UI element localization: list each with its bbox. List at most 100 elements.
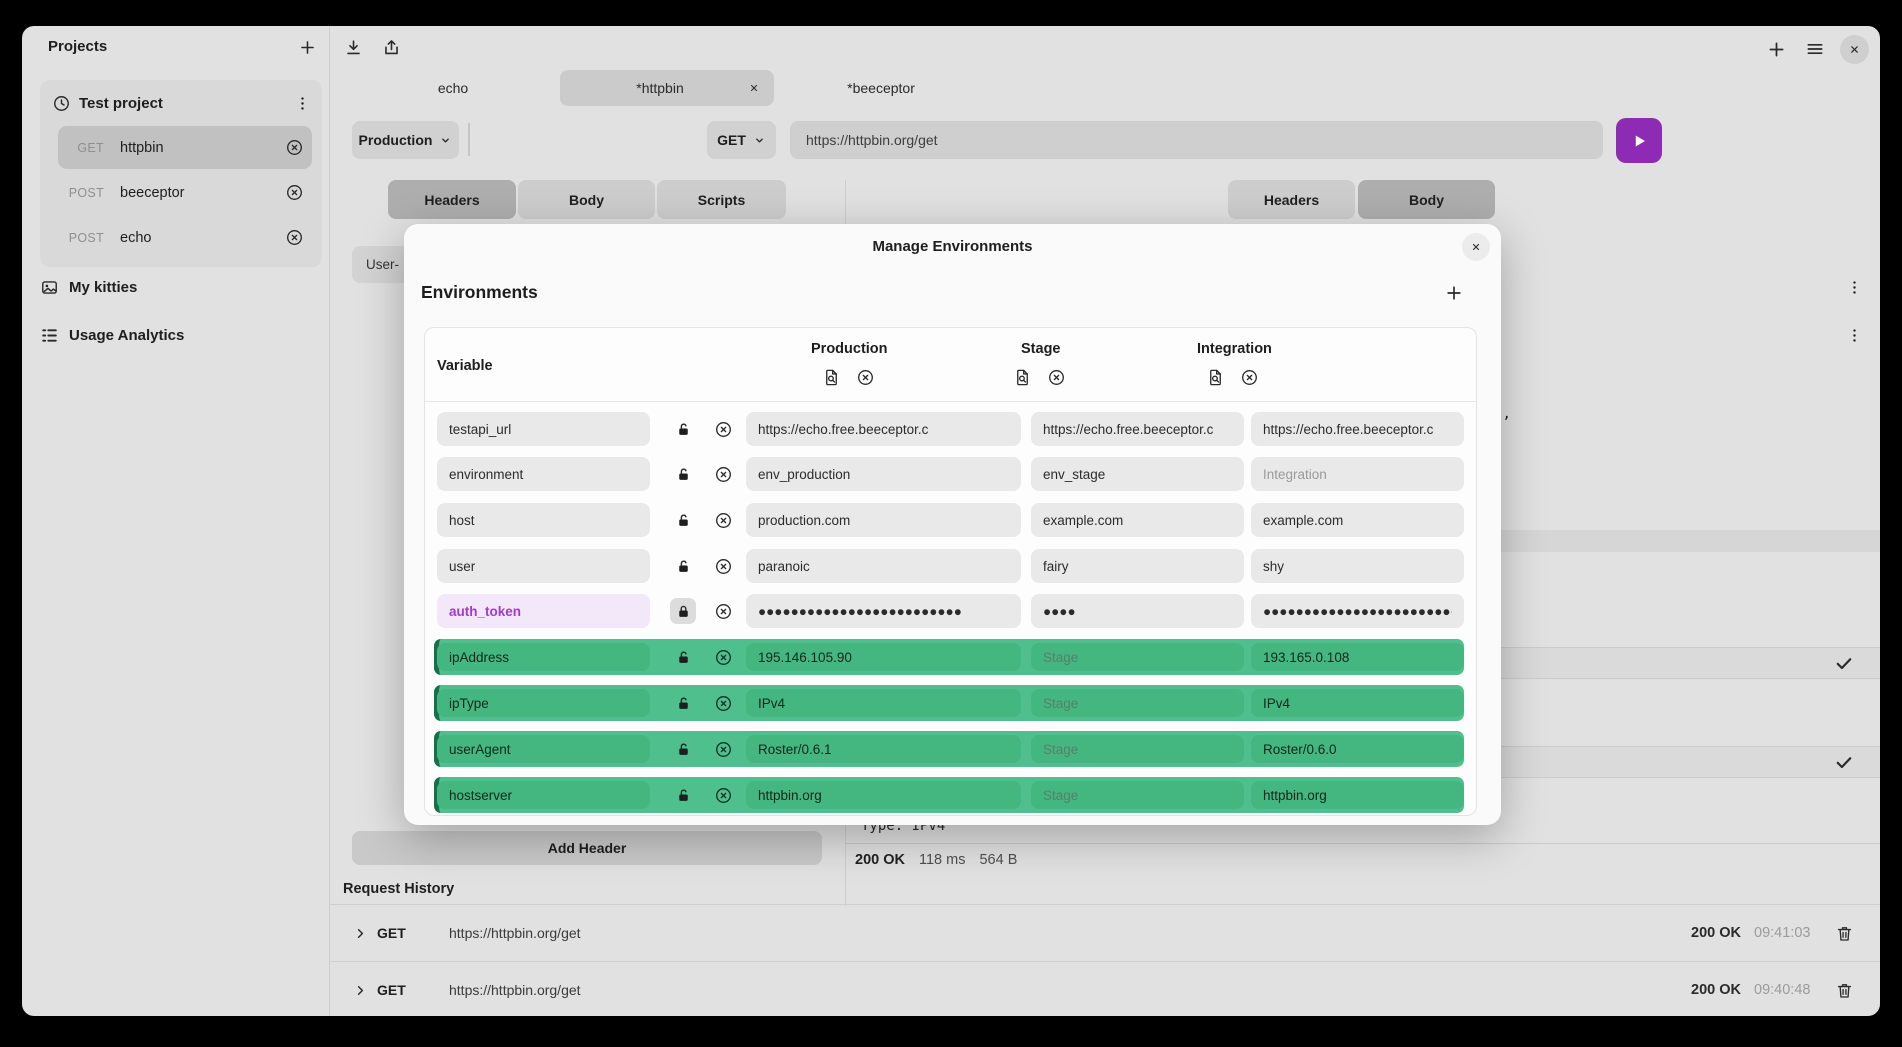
production-value-input[interactable]	[746, 457, 1021, 491]
stage-value-input[interactable]	[1031, 689, 1244, 717]
delete-variable-button[interactable]	[710, 461, 736, 487]
history-row[interactable]: GET https://httpbin.org/get 200 OK 09:40…	[329, 962, 1880, 1016]
add-environment-button[interactable]	[1444, 280, 1470, 306]
env-inspect-button[interactable]	[822, 368, 841, 387]
stage-value-input[interactable]	[1031, 503, 1244, 537]
integration-value-input[interactable]	[1251, 503, 1464, 537]
environment-selector[interactable]: Production	[352, 121, 459, 159]
delete-variable-button[interactable]	[710, 644, 736, 670]
modal-close-button[interactable]	[1462, 233, 1490, 261]
new-tab-button[interactable]	[1763, 36, 1789, 62]
project-menu-button[interactable]	[1842, 323, 1866, 347]
delete-variable-button[interactable]	[710, 553, 736, 579]
env-delete-button[interactable]	[1047, 368, 1066, 387]
lock-toggle-button[interactable]	[670, 644, 696, 670]
remove-request-button[interactable]	[285, 183, 304, 202]
project-menu-button[interactable]	[290, 91, 314, 115]
delete-variable-button[interactable]	[710, 507, 736, 533]
request-tab-scripts[interactable]: Scripts	[657, 180, 786, 219]
sidebar-request-httpbin[interactable]: GET httpbin	[58, 126, 312, 169]
stage-value-input[interactable]	[1031, 412, 1244, 446]
stage-value-input[interactable]	[1031, 643, 1244, 671]
image-icon	[40, 278, 59, 297]
remove-request-button[interactable]	[285, 138, 304, 157]
sidebar-request-beeceptor[interactable]: POST beeceptor	[58, 171, 312, 214]
delete-history-button[interactable]	[1835, 922, 1857, 944]
integration-value-input[interactable]	[1251, 457, 1464, 491]
history-row[interactable]: GET https://httpbin.org/get 200 OK 09:41…	[329, 905, 1880, 961]
stage-value-input[interactable]	[1031, 781, 1244, 809]
variable-name-input[interactable]	[437, 781, 650, 809]
lock-toggle-button[interactable]	[670, 736, 696, 762]
add-project-button[interactable]	[294, 34, 320, 60]
integration-value-input[interactable]	[1251, 412, 1464, 446]
lock-toggle-button[interactable]	[670, 461, 696, 487]
column-header-stage: Stage	[1021, 341, 1061, 357]
production-value-input[interactable]	[746, 643, 1021, 671]
response-tab-headers[interactable]: Headers	[1228, 180, 1355, 219]
stage-value-input[interactable]	[1031, 594, 1244, 628]
import-button[interactable]	[340, 34, 366, 60]
request-tab-body[interactable]: Body	[518, 180, 655, 219]
request-tab-headers[interactable]: Headers	[388, 180, 516, 219]
production-value-input[interactable]	[746, 549, 1021, 583]
integration-value-input[interactable]	[1251, 594, 1464, 628]
production-value-input[interactable]	[746, 689, 1021, 717]
production-value-input[interactable]	[746, 503, 1021, 537]
integration-value-input[interactable]	[1251, 689, 1464, 717]
lock-toggle-button[interactable]	[670, 553, 696, 579]
integration-value-input[interactable]	[1251, 643, 1464, 671]
lock-toggle-button[interactable]	[670, 782, 696, 808]
production-value-input[interactable]	[746, 412, 1021, 446]
lock-toggle-button[interactable]	[670, 598, 696, 624]
env-delete-button[interactable]	[1240, 368, 1259, 387]
stage-value-input[interactable]	[1031, 549, 1244, 583]
lock-open-icon	[675, 512, 692, 529]
delete-variable-button[interactable]	[710, 736, 736, 762]
project-menu-button[interactable]	[1842, 275, 1866, 299]
export-button[interactable]	[378, 34, 404, 60]
integration-value-input[interactable]	[1251, 549, 1464, 583]
env-inspect-button[interactable]	[1206, 368, 1225, 387]
delete-variable-button[interactable]	[710, 690, 736, 716]
variable-name-input[interactable]	[437, 594, 650, 628]
lock-toggle-button[interactable]	[670, 690, 696, 716]
tab-httpbin[interactable]: *httpbin	[560, 70, 774, 106]
production-value-input[interactable]	[746, 594, 1021, 628]
circled-x-icon	[714, 465, 733, 484]
env-delete-button[interactable]	[856, 368, 875, 387]
production-value-input[interactable]	[746, 735, 1021, 763]
send-request-button[interactable]	[1616, 118, 1662, 163]
variable-name-input[interactable]	[437, 549, 650, 583]
delete-variable-button[interactable]	[710, 782, 736, 808]
delete-history-button[interactable]	[1835, 979, 1857, 1001]
stage-value-input[interactable]	[1031, 735, 1244, 763]
lock-toggle-button[interactable]	[670, 416, 696, 442]
menu-button[interactable]	[1802, 36, 1828, 62]
tab-echo[interactable]: echo	[346, 70, 560, 106]
tab-beeceptor[interactable]: *beeceptor	[774, 70, 988, 106]
add-header-button[interactable]: Add Header	[352, 831, 822, 865]
variable-name-input[interactable]	[437, 412, 650, 446]
integration-value-input[interactable]	[1251, 781, 1464, 809]
variable-name-input[interactable]	[437, 643, 650, 671]
url-input[interactable]	[790, 121, 1603, 159]
env-inspect-button[interactable]	[1013, 368, 1032, 387]
variable-name-input[interactable]	[437, 735, 650, 763]
delete-variable-button[interactable]	[710, 416, 736, 442]
close-tab-button[interactable]	[744, 78, 764, 98]
circled-x-icon	[856, 368, 875, 387]
production-value-input[interactable]	[746, 781, 1021, 809]
variable-name-input[interactable]	[437, 503, 650, 537]
lock-toggle-button[interactable]	[670, 507, 696, 533]
sidebar-request-echo[interactable]: POST echo	[58, 216, 312, 259]
delete-variable-button[interactable]	[710, 598, 736, 624]
variable-name-input[interactable]	[437, 457, 650, 491]
stage-value-input[interactable]	[1031, 457, 1244, 491]
variable-name-input[interactable]	[437, 689, 650, 717]
window-close-button[interactable]	[1840, 35, 1869, 64]
remove-request-button[interactable]	[285, 228, 304, 247]
response-tab-body[interactable]: Body	[1358, 180, 1495, 219]
integration-value-input[interactable]	[1251, 735, 1464, 763]
method-selector[interactable]: GET	[707, 121, 776, 159]
